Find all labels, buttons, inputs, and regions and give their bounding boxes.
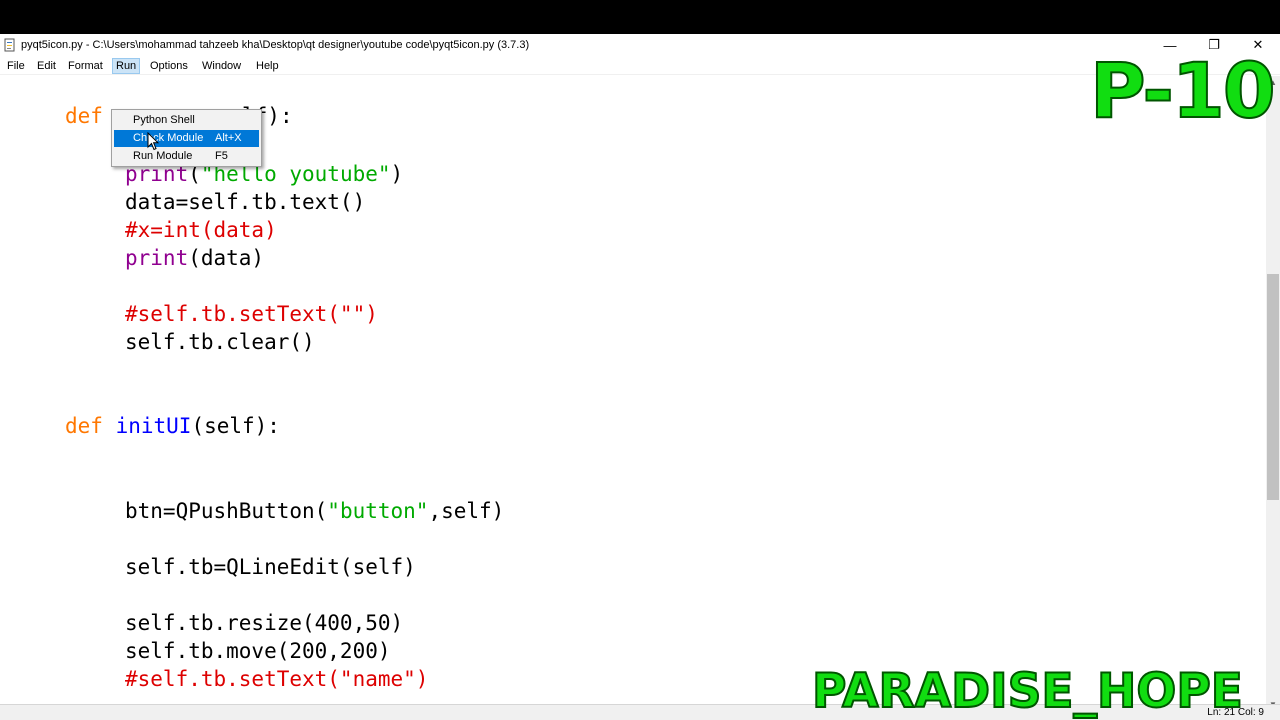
menu-item-run-module[interactable]: Run Module F5 [114, 148, 259, 165]
code-editor[interactable]: def elf): print("hello youtube") data=se… [0, 76, 1266, 712]
code-line-11: self.tb.resize(400,50) [125, 611, 404, 635]
code-line-9: btn=QPushButton("button",self) [125, 499, 505, 523]
code-line-4: #x=int(data) [125, 218, 277, 242]
menu-window[interactable]: Window [199, 58, 244, 74]
menu-format[interactable]: Format [65, 58, 106, 74]
code-line-8: def initUI(self): [65, 414, 280, 438]
code-line-3: data=self.tb.text() [125, 190, 366, 214]
black-top-bar [0, 0, 1280, 34]
menu-options[interactable]: Options [147, 58, 191, 74]
mouse-pointer-icon [147, 132, 159, 151]
menu-item-python-shell[interactable]: Python Shell [114, 112, 259, 129]
vertical-scrollbar[interactable]: ▲ ▼ [1266, 76, 1280, 712]
menu-file[interactable]: File [4, 58, 28, 74]
code-line-5: print(data) [125, 246, 265, 270]
code-line-6: #self.tb.setText("") [125, 302, 378, 326]
code-line-13: #self.tb.setText("name") [125, 667, 429, 691]
code-line-12: self.tb.move(200,200) [125, 639, 391, 663]
menu-help[interactable]: Help [253, 58, 282, 74]
idle-editor-window: pyqt5icon.py - C:\Users\mohammad tahzeeb… [0, 34, 1280, 720]
python-file-icon [4, 38, 15, 52]
title-bar: pyqt5icon.py - C:\Users\mohammad tahzeeb… [0, 34, 1280, 56]
watermark-part-number: P-10 [1089, 45, 1277, 136]
window-title: pyqt5icon.py - C:\Users\mohammad tahzeeb… [21, 39, 530, 51]
menu-bar: File Edit Format Run Options Window Help [0, 56, 1280, 75]
menu-run[interactable]: Run [112, 58, 141, 74]
watermark-channel-name: PARADISE_HOPE [811, 663, 1244, 720]
menu-edit[interactable]: Edit [34, 58, 59, 74]
menu-item-check-module[interactable]: Check Module Alt+X [114, 130, 259, 147]
scroll-thumb[interactable] [1267, 274, 1279, 500]
code-line-7: self.tb.clear() [125, 330, 315, 354]
code-line-10: self.tb=QLineEdit(self) [125, 555, 416, 579]
run-menu-dropdown: Python Shell Check Module Alt+X Run Modu… [111, 109, 262, 167]
